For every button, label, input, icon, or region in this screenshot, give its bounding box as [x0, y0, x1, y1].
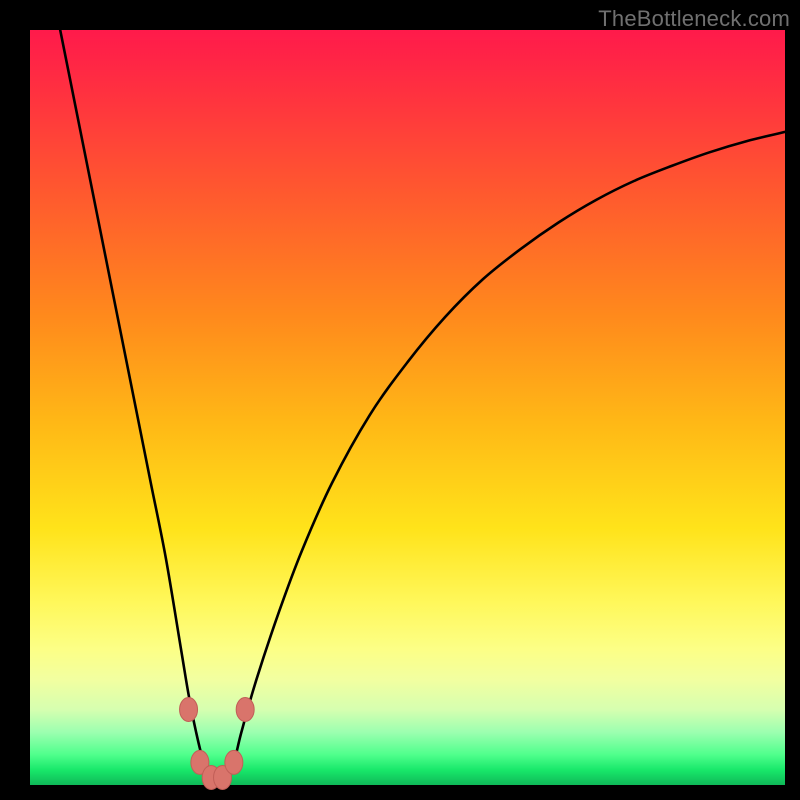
bottleneck-curve [60, 30, 785, 785]
curve-marker [225, 750, 243, 774]
markers-group [180, 698, 255, 790]
curve-marker [180, 698, 198, 722]
chart-stage: TheBottleneck.com [0, 0, 800, 800]
curve-svg [30, 30, 785, 785]
curve-marker [236, 698, 254, 722]
plot-area [30, 30, 785, 785]
watermark-text: TheBottleneck.com [598, 6, 790, 32]
